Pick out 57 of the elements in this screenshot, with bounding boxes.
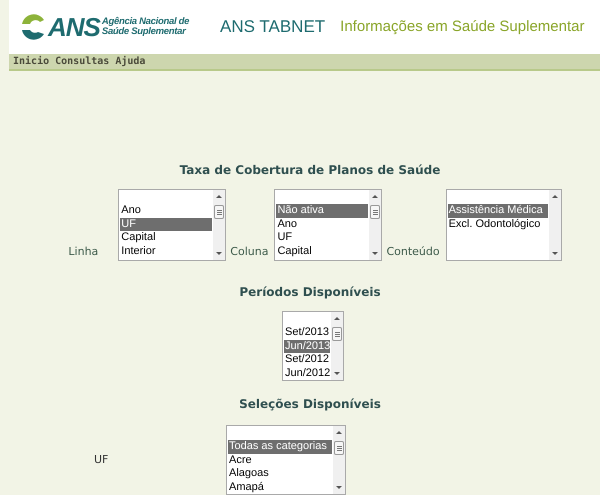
list-option[interactable]: Não ativa	[276, 204, 368, 218]
list-option[interactable]: Set/2012	[284, 353, 330, 366]
scroll-down-icon[interactable]	[334, 372, 340, 375]
scrollbar[interactable]	[369, 190, 382, 260]
menu-link[interactable]: Consultas	[55, 54, 110, 69]
app-title: ANS TABNET	[220, 16, 326, 38]
list-box[interactable]: Ano UF Capital Interior	[118, 189, 226, 261]
scroll-thumb[interactable]	[332, 327, 342, 341]
list-option[interactable]: Assistência Médica	[448, 204, 548, 218]
scroll-up-icon[interactable]	[336, 431, 342, 434]
list-option[interactable]: Acre	[228, 454, 332, 467]
scroll-thumb[interactable]	[370, 205, 380, 219]
form-title: Taxa de Cobertura de Planos de Saúde	[180, 162, 440, 179]
scrollbar[interactable]	[333, 426, 345, 494]
list-option[interactable]: Capital	[276, 244, 368, 258]
list-option[interactable]: Jun/2013	[284, 340, 330, 353]
app-subtitle: Informações em Saúde Suplementar	[340, 16, 584, 37]
scroll-up-icon[interactable]	[372, 195, 378, 198]
list-option[interactable]: UF	[120, 218, 212, 231]
list-box[interactable]: Todas as categorias Acre Alagoas Amapá	[226, 425, 346, 495]
scroll-down-icon[interactable]	[372, 252, 378, 255]
scrollbar[interactable]	[213, 190, 226, 260]
section-title: Períodos Disponíveis	[239, 284, 381, 301]
list-option[interactable]: UF	[276, 231, 368, 244]
menu-link[interactable]: Inicio	[13, 54, 50, 69]
scroll-thumb[interactable]	[214, 205, 224, 219]
field-label: Coluna	[230, 244, 268, 260]
logo-caption: Saúde Suplementar	[102, 26, 188, 37]
list-option[interactable]: Todas as categorias	[228, 440, 332, 454]
scrollbar[interactable]	[548, 190, 561, 260]
list-option[interactable]: Alagoas	[228, 467, 332, 480]
list-box[interactable]: Set/2013 Jun/2013 Set/2012 Jun/2012	[282, 311, 344, 381]
scroll-thumb[interactable]	[334, 441, 344, 455]
scroll-down-icon[interactable]	[216, 252, 222, 255]
scroll-up-icon[interactable]	[216, 195, 222, 198]
list-option[interactable]: Capital	[120, 231, 212, 244]
field-label: Conteúdo	[386, 244, 440, 260]
list-option[interactable]: Set/2013	[284, 326, 330, 340]
list-option[interactable]: Ano	[120, 204, 212, 218]
menu-link[interactable]: Ajuda	[115, 54, 146, 69]
scroll-down-icon[interactable]	[336, 486, 342, 489]
logo-text: ANS	[48, 14, 100, 40]
field-label: Linha	[68, 244, 98, 260]
scrollbar[interactable]	[331, 312, 343, 380]
section-title: Seleções Disponíveis	[239, 396, 381, 413]
scroll-up-icon[interactable]	[552, 195, 558, 198]
list-option[interactable]: Interior	[120, 244, 212, 258]
list-box[interactable]: Não ativa Ano UF Capital	[274, 189, 382, 261]
scroll-down-icon[interactable]	[552, 252, 558, 255]
field-label: UF	[94, 452, 110, 468]
list-option[interactable]: Ano	[276, 218, 368, 231]
list-box[interactable]: Assistência Médica Excl. Odontológico	[446, 189, 562, 261]
list-option[interactable]: Jun/2012	[284, 366, 330, 380]
logo-caption: Agência Nacional de	[102, 16, 190, 27]
list-option[interactable]: Amapá	[228, 480, 332, 494]
scroll-up-icon[interactable]	[334, 317, 340, 320]
list-option[interactable]: Excl. Odontológico	[448, 218, 548, 231]
